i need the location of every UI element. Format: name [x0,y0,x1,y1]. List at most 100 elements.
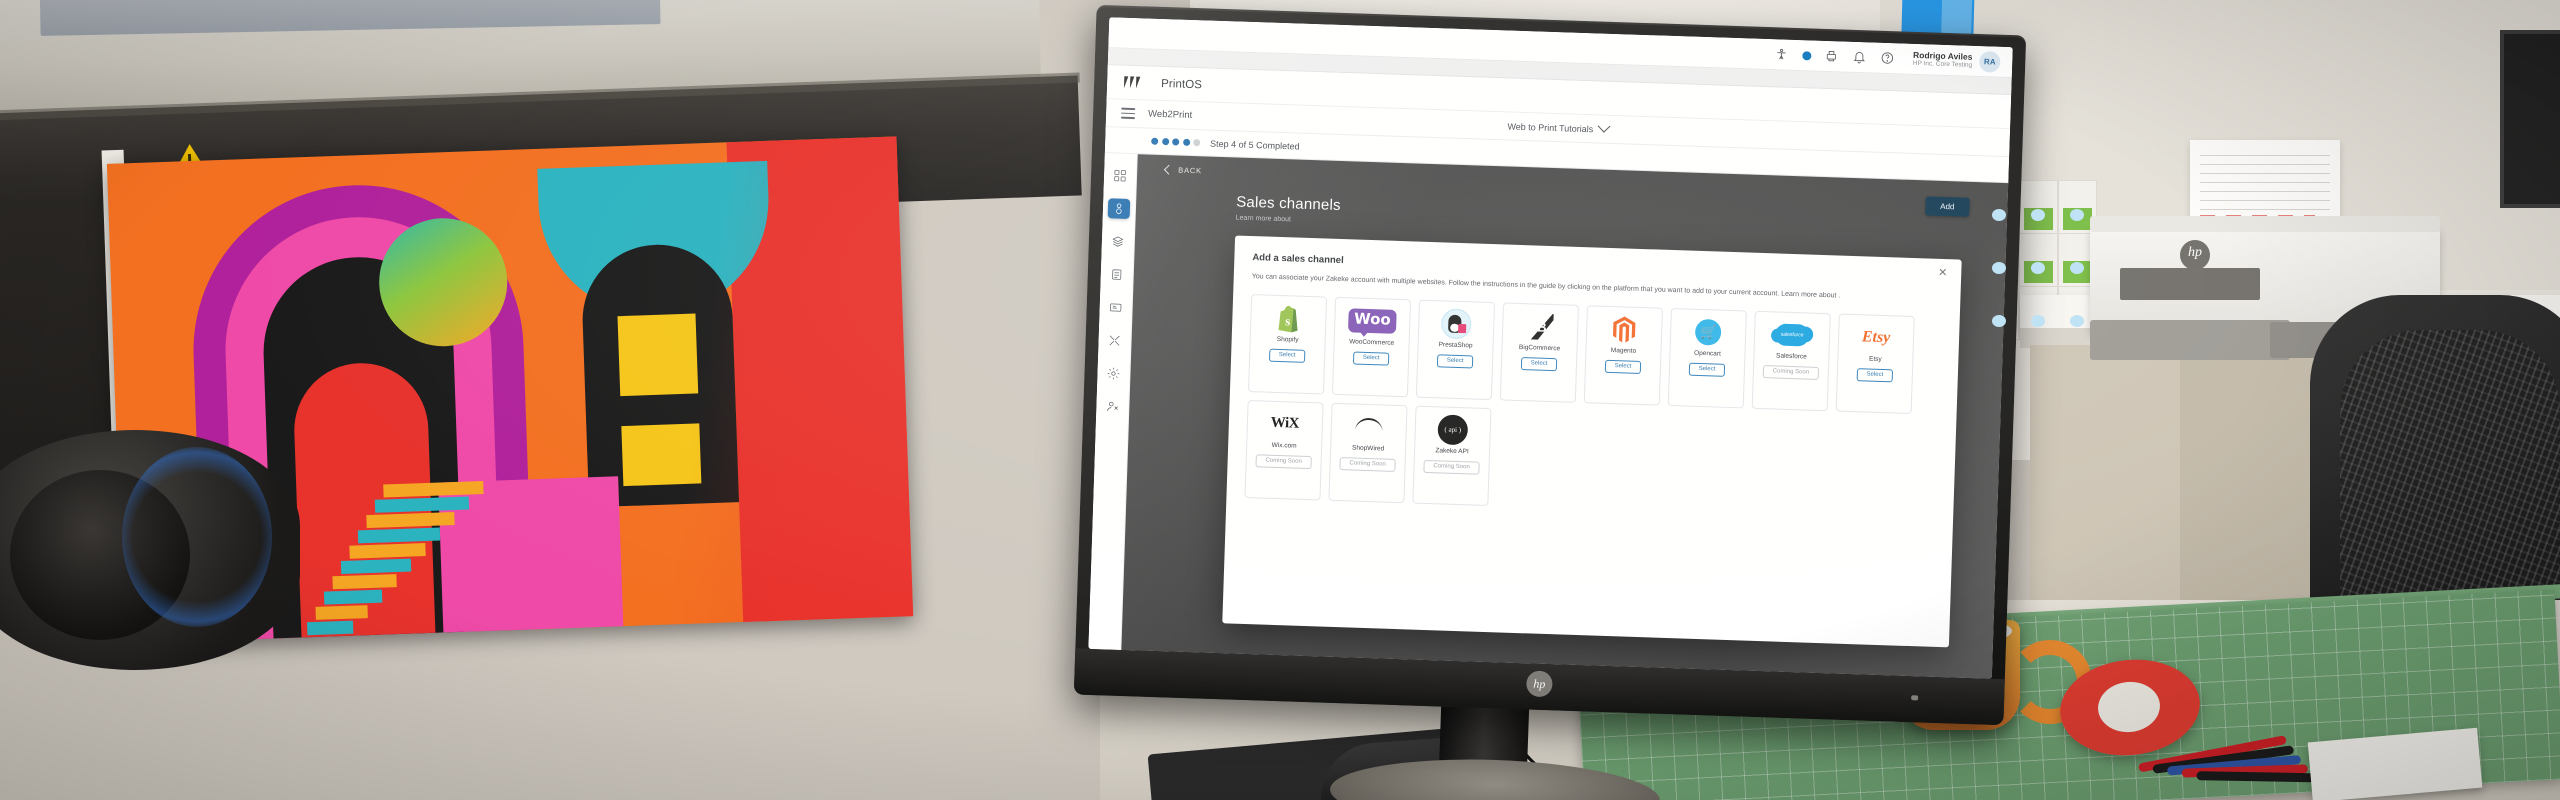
tutorials-label: Web to Print Tutorials [1507,120,1594,134]
opencart-logo: 🛒 [1694,317,1722,348]
channel-card-wix[interactable]: WiX Wix.com Coming Soon [1244,399,1324,501]
app-body: BACK Sales channels Learn more about Add… [1088,153,2009,679]
back-label: BACK [1178,165,1203,176]
bigcommerce-logo: B [1525,311,1556,342]
photo-scene: hp hp Rodrigo Aviles HP Inc. Core Testin… [0,0,2560,800]
printer-output-slot [2120,268,2260,300]
hamburger-menu-icon[interactable] [1120,107,1136,120]
select-button[interactable]: Select [1268,348,1306,363]
monitor-hp-text: hp [1533,676,1546,692]
page-header: Sales channels Learn more about [1236,194,1341,225]
etsy-logo: Etsy [1861,328,1891,347]
select-button[interactable]: Select [1856,368,1894,383]
select-button[interactable]: Select [1604,359,1642,374]
sidebar-item-settings-gear[interactable] [1102,363,1125,384]
channel-card-magento[interactable]: Magento Select [1583,305,1663,406]
svg-text:B: B [1537,319,1547,334]
add-sales-channel-modal: ✕ Add a sales channel You can associate … [1222,235,1962,648]
channel-name: Salesforce [1775,352,1807,361]
user-menu[interactable]: Rodrigo Aviles HP Inc. Core Testing RA [1913,48,2001,73]
add-button[interactable]: Add [1924,196,1970,217]
sidebar-item-templates[interactable] [1104,297,1127,318]
app-brand-name: PrintOS [1160,77,1203,91]
select-button[interactable]: Select [1520,356,1558,372]
tutorials-dropdown[interactable]: Web to Print Tutorials [1507,119,1611,134]
page-subtitle: Learn more about [1235,214,1292,224]
channel-name: WooCommerce [1349,338,1395,347]
channel-card-shopify[interactable]: s Shopify Select [1247,293,1328,395]
calendar-lines [2200,155,2330,210]
settings-gear-icon [1107,367,1120,380]
channel-card-salesforce[interactable]: salesforce Salesforce Coming Soon [1751,310,1831,412]
notifications-bell-icon[interactable] [1852,49,1867,64]
channel-name: Shopify [1276,335,1299,344]
salesforce-logo: salesforce [1774,319,1810,350]
magento-logo [1612,314,1637,345]
monitor-power-led [1911,695,1919,701]
sales-channel-grid: s Shopify Select Woo WooCommerce Select Presta… [1244,293,1941,521]
coming-soon-badge: Coming Soon [1255,454,1313,469]
chevron-left-icon [1163,164,1174,175]
content-canvas: BACK Sales channels Learn more about Add… [1121,154,2009,679]
sales-channels-icon [1116,203,1122,214]
status-dot-icon[interactable] [1801,50,1812,60]
coming-soon-badge: Coming Soon [1423,459,1480,475]
sidebar-item-orders[interactable] [1105,264,1128,285]
zakeke-api-logo: ( api ) [1437,414,1469,446]
select-button[interactable]: Select [1436,354,1474,369]
user-text-block: Rodrigo Aviles HP Inc. Core Testing [1913,49,1973,70]
step-dot [1193,139,1201,147]
channel-name: PrestaShop [1438,341,1473,350]
orders-icon [1112,269,1122,280]
accessibility-icon[interactable] [1774,47,1789,62]
products-icon [1112,236,1124,247]
wix-logo: WiX [1270,415,1300,433]
help-icon[interactable] [1880,50,1895,65]
wall-frame [2500,30,2560,208]
sidebar-item-dashboard[interactable] [1109,165,1132,186]
channel-name: ShopWired [1351,444,1385,453]
app-module-title: Web2Print [1147,108,1193,121]
select-button[interactable]: Select [1688,362,1726,377]
channel-name: BigCommerce [1518,343,1561,353]
channel-name: Zakeke API [1435,447,1469,456]
printer-icon[interactable] [1824,48,1839,63]
step-dot [1172,138,1180,146]
users-icon [1107,401,1118,412]
monitor-screen: Rodrigo Aviles HP Inc. Core Testing RA P… [1088,17,2013,679]
monitor-hp-logo: hp [1525,670,1553,698]
sidebar-item-tools[interactable] [1103,330,1126,351]
sidebar-item-users[interactable] [1101,396,1124,417]
step-dot [1182,138,1190,146]
dashboard-icon [1114,169,1126,182]
channel-card-bigcommerce[interactable]: B BigCommerce Select [1499,302,1580,403]
page-title: Sales channels [1235,193,1342,214]
step-dot [1151,137,1159,145]
channel-card-etsy[interactable]: Etsy Etsy Select [1835,313,1915,414]
channel-name: Opencart [1693,349,1721,358]
tools-icon [1109,335,1120,346]
channel-name: Wix.com [1271,441,1297,450]
channel-card-woocommerce[interactable]: Woo WooCommerce Select [1331,296,1412,398]
step-dot [1161,138,1169,146]
channel-card-shopwired[interactable]: ShopWired Coming Soon [1328,402,1408,504]
coming-soon-badge: Coming Soon [1762,364,1820,380]
step-progress-text: Step 4 of 5 Completed [1210,138,1300,152]
sidebar-item-products[interactable] [1107,231,1130,252]
avatar[interactable]: RA [1978,50,2001,73]
back-button[interactable]: BACK [1163,164,1203,176]
templates-icon [1109,303,1122,312]
close-icon[interactable]: ✕ [1938,267,1948,279]
select-button[interactable]: Select [1352,351,1390,366]
printer-paper-tray [2090,320,2290,360]
channel-card-zakeke-api[interactable]: ( api ) Zakeke API Coming Soon [1412,405,1492,506]
prestashop-logo [1440,308,1472,340]
printos-app: Rodrigo Aviles HP Inc. Core Testing RA P… [1088,17,2013,679]
computer-monitor: hp Rodrigo Aviles HP Inc. Core Testing R… [1073,4,2027,726]
shopify-logo: s [1276,303,1301,334]
channel-name: Magento [1610,346,1637,355]
svg-text:s: s [1285,313,1291,328]
channel-card-prestashop[interactable]: PrestaShop Select [1415,299,1496,400]
sidebar-item-sales-channels[interactable] [1107,198,1131,219]
channel-card-opencart[interactable]: 🛒 Opencart Select [1667,307,1747,409]
